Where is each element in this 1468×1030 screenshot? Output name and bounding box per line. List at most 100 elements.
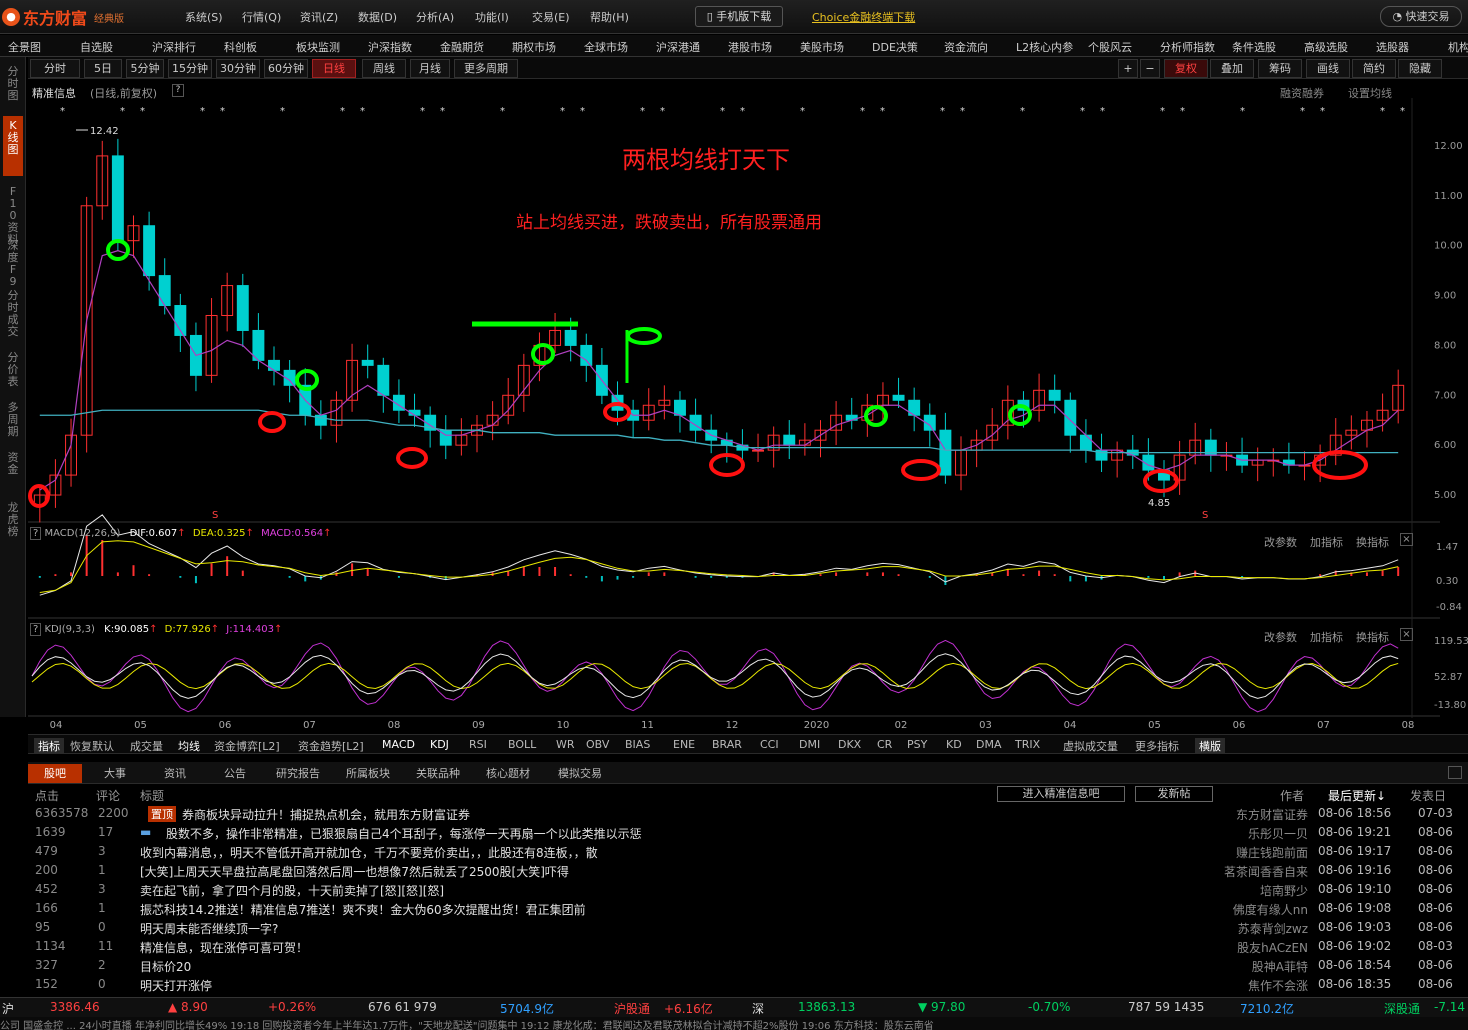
tab-3[interactable]: 公告 bbox=[210, 764, 260, 783]
col-updated[interactable]: 最后更新↓ bbox=[1328, 787, 1386, 804]
nav-item[interactable]: 沪深指数 bbox=[368, 39, 412, 55]
post-author[interactable]: 焦作不会涨 bbox=[1248, 977, 1308, 994]
period-4[interactable]: 30分钟 bbox=[216, 59, 260, 78]
nav-item[interactable]: DDE决策 bbox=[872, 39, 918, 55]
macd-help-icon[interactable]: ? bbox=[30, 527, 42, 540]
period-7[interactable]: 周线 bbox=[362, 59, 406, 78]
table-row[interactable]: 1134 11 精准信息，现在涨停可喜可贺！ 股友hACzEN 08-06 19:02 0… bbox=[28, 937, 1468, 956]
period-1[interactable]: 5日 bbox=[84, 59, 122, 78]
nav-item[interactable]: 沪深港通 bbox=[656, 39, 700, 55]
indicator-20[interactable]: KD bbox=[946, 738, 962, 751]
chart-tool-7[interactable]: 隐藏 bbox=[1398, 59, 1442, 78]
tab-4[interactable]: 研究报告 bbox=[266, 764, 330, 783]
post-title[interactable]: 收到内幕消息，，明天不管低开高开就加仓，千万不要竞价卖出，，此股还有8连板，，散 bbox=[140, 844, 598, 861]
nav-item[interactable]: 资金流向 bbox=[944, 39, 988, 55]
post-author[interactable]: 佛度有缘人nn bbox=[1233, 901, 1308, 918]
indicator-19[interactable]: PSY bbox=[907, 738, 927, 751]
chart-tool-1[interactable]: − bbox=[1140, 59, 1160, 78]
period-6[interactable]: 日线 bbox=[312, 59, 356, 78]
enter-forum-button[interactable]: 进入精准信息吧 bbox=[997, 786, 1125, 802]
panel-button[interactable]: 换指标 bbox=[1356, 629, 1389, 645]
panel-button[interactable]: 改参数 bbox=[1264, 629, 1297, 645]
tab-8[interactable]: 模拟交易 bbox=[548, 764, 612, 783]
panel-button[interactable]: 换指标 bbox=[1356, 534, 1389, 550]
chart-tool-0[interactable]: + bbox=[1118, 59, 1138, 78]
menu-item[interactable]: 行情(Q) bbox=[242, 9, 281, 25]
nav-item[interactable]: 港股市场 bbox=[728, 39, 772, 55]
menu-item[interactable]: 交易(E) bbox=[532, 9, 570, 25]
nav-item[interactable]: 机构 bbox=[1448, 39, 1468, 55]
indicator-25[interactable]: 横版 bbox=[1195, 738, 1225, 754]
menu-item[interactable]: 帮助(H) bbox=[590, 9, 629, 25]
post-author[interactable]: 培南野少 bbox=[1260, 882, 1308, 899]
post-title[interactable]: 卖在起飞前，拿了四个月的股，十天前卖掉了[怒][怒][怒] bbox=[140, 882, 444, 899]
table-row[interactable]: 166 1 振芯科技14.2推送！精准信息7推送！爽不爽！金大伪60多次提醒出货！君… bbox=[28, 899, 1468, 918]
nav-item[interactable]: 条件选股 bbox=[1232, 39, 1276, 55]
indicator-9[interactable]: BOLL bbox=[508, 738, 536, 751]
post-title[interactable]: 振芯科技14.2推送！精准信息7推送！爽不爽！金大伪60多次提醒出货！君正集团前 bbox=[140, 901, 586, 918]
indicator-14[interactable]: BRAR bbox=[712, 738, 742, 751]
indicator-24[interactable]: 更多指标 bbox=[1135, 738, 1179, 754]
indicator-5[interactable]: 资金趋势[L2] bbox=[298, 738, 364, 754]
chart-tool-5[interactable]: 画线 bbox=[1306, 59, 1350, 78]
menu-item[interactable]: 数据(D) bbox=[358, 9, 397, 25]
indicator-23[interactable]: 虚拟成交量 bbox=[1063, 738, 1118, 754]
table-row[interactable]: 200 1 [大笑]上周天天早盘拉高尾盘回落然后周一也想像7然后就丢了2500股[大… bbox=[28, 861, 1468, 880]
sh-index[interactable]: 3386.46 bbox=[50, 1000, 100, 1014]
col-author[interactable]: 作者 bbox=[1280, 787, 1304, 804]
post-title[interactable]: 目标价20 bbox=[140, 958, 191, 975]
tab-0[interactable]: 股吧 bbox=[28, 764, 82, 783]
period-5[interactable]: 60分钟 bbox=[264, 59, 308, 78]
post-author[interactable]: 赚庄钱跑前面 bbox=[1236, 844, 1308, 861]
nav-item[interactable]: L2核心内参 bbox=[1016, 39, 1073, 55]
tab-5[interactable]: 所属板块 bbox=[336, 764, 400, 783]
indicator-6[interactable]: MACD bbox=[382, 738, 415, 751]
choice-download-link[interactable]: Choice金融终端下载 bbox=[812, 9, 915, 25]
nav-item[interactable]: 全球市场 bbox=[584, 39, 628, 55]
post-author[interactable]: 苏泰背剑zwz bbox=[1238, 920, 1308, 937]
panel-button[interactable]: 加指标 bbox=[1310, 534, 1343, 550]
indicator-7[interactable]: KDJ bbox=[430, 738, 449, 751]
kdj-help-icon[interactable]: ? bbox=[30, 623, 42, 636]
indicator-13[interactable]: ENE bbox=[673, 738, 695, 751]
indicator-0[interactable]: 指标 bbox=[34, 738, 64, 754]
post-author[interactable]: 乐彤贝一贝 bbox=[1248, 825, 1308, 842]
indicator-22[interactable]: TRIX bbox=[1015, 738, 1040, 751]
post-title[interactable]: 精准信息，现在涨停可喜可贺！ bbox=[140, 939, 308, 956]
post-author[interactable]: 东方财富证券 bbox=[1236, 806, 1308, 823]
maximize-icon[interactable] bbox=[1448, 766, 1462, 779]
table-row[interactable]: 452 3 卖在起飞前，拿了四个月的股，十天前卖掉了[怒][怒][怒] 培南野少 08-… bbox=[28, 880, 1468, 899]
menu-item[interactable]: 功能(I) bbox=[475, 9, 509, 25]
close-icon[interactable]: × bbox=[1400, 533, 1413, 546]
quick-trade-button[interactable]: ◔ 快速交易 bbox=[1380, 6, 1462, 27]
tab-6[interactable]: 关联品种 bbox=[406, 764, 470, 783]
post-author[interactable]: 股友hACzEN bbox=[1237, 939, 1308, 956]
period-8[interactable]: 月线 bbox=[410, 59, 450, 78]
chart-tool-6[interactable]: 简约 bbox=[1352, 59, 1396, 78]
tab-7[interactable]: 核心题材 bbox=[476, 764, 540, 783]
help-icon[interactable]: ? bbox=[172, 84, 184, 97]
table-row[interactable]: 95 0 明天周末能否继续顶一字? 苏泰背剑zwz 08-06 19:03 08-06 bbox=[28, 918, 1468, 937]
menu-item[interactable]: 分析(A) bbox=[416, 9, 454, 25]
close-icon[interactable]: × bbox=[1400, 628, 1413, 641]
indicator-11[interactable]: OBV bbox=[586, 738, 609, 751]
nav-item[interactable]: 个股风云 bbox=[1088, 39, 1132, 55]
indicator-3[interactable]: 均线 bbox=[178, 738, 200, 754]
indicator-17[interactable]: DKX bbox=[838, 738, 861, 751]
col-title[interactable]: 标题 bbox=[140, 787, 164, 804]
nav-item[interactable]: 期权市场 bbox=[512, 39, 556, 55]
period-0[interactable]: 分时 bbox=[30, 59, 80, 78]
nav-item[interactable]: 全景图 bbox=[8, 39, 41, 55]
period-2[interactable]: 5分钟 bbox=[126, 59, 164, 78]
period-3[interactable]: 15分钟 bbox=[168, 59, 212, 78]
new-post-button[interactable]: 发新帖 bbox=[1135, 786, 1213, 802]
indicator-16[interactable]: DMI bbox=[799, 738, 820, 751]
indicator-8[interactable]: RSI bbox=[469, 738, 487, 751]
indicator-12[interactable]: BIAS bbox=[625, 738, 650, 751]
chart-tool-2[interactable]: 复权 bbox=[1164, 59, 1208, 78]
nav-item[interactable]: 美股市场 bbox=[800, 39, 844, 55]
post-title[interactable]: 股数不多，操作非常精准，已狠狠扇自己4个耳刮子，每涨停一天再扇一个以此类推以示惩 bbox=[166, 825, 642, 842]
panel-button[interactable]: 加指标 bbox=[1310, 629, 1343, 645]
panel-button[interactable]: 改参数 bbox=[1264, 534, 1297, 550]
col-comments[interactable]: 评论 bbox=[96, 787, 120, 804]
